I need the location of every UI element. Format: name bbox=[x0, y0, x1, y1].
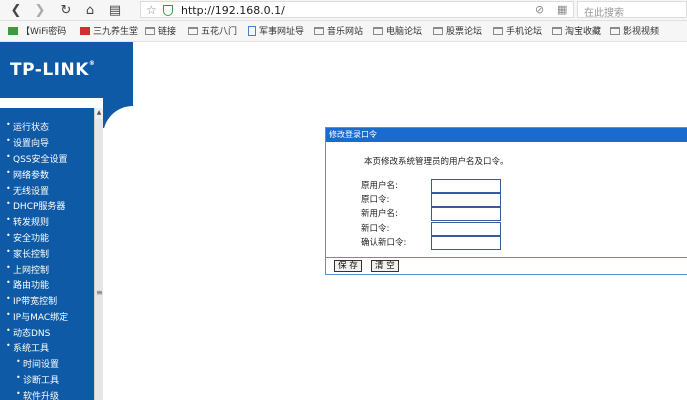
forward-icon[interactable]: ❯ bbox=[32, 2, 48, 18]
change-password-panel: 修改登录口令 本页修改系统管理员的用户名及口令。 原用户名: 原口令: 新用户名… bbox=[325, 127, 687, 275]
address-bar[interactable]: ☆ http://192.168.0.1/ ⊘ ▦ bbox=[140, 1, 574, 18]
new-username-label: 新用户名: bbox=[361, 209, 398, 219]
menu-item-ip-mac[interactable]: IP与MAC绑定 bbox=[6, 310, 68, 323]
bookmark-item[interactable]: 军事网址导 bbox=[248, 24, 304, 37]
menu-item-routing[interactable]: 路由功能 bbox=[6, 278, 49, 291]
home-icon[interactable]: ⌂ bbox=[82, 2, 98, 18]
blocked-icon[interactable]: ⊘ bbox=[535, 3, 544, 16]
menu-item-time[interactable]: 时间设置 bbox=[16, 357, 59, 370]
menu-item-ddns[interactable]: 动态DNS bbox=[6, 326, 50, 339]
clear-button[interactable]: 清 空 bbox=[371, 260, 399, 272]
search-input[interactable]: 在此搜索 bbox=[584, 4, 624, 19]
bookmark-item[interactable]: 【WiFi密码 bbox=[8, 24, 66, 37]
secure-shield-icon bbox=[163, 5, 173, 16]
new-password-label: 新口令: bbox=[361, 224, 390, 234]
menu-item-dhcp[interactable]: DHCP服务器 bbox=[6, 199, 65, 212]
tp-link-logo: TP-LINK® bbox=[10, 60, 96, 80]
scroll-up-icon[interactable]: ▲ bbox=[95, 108, 103, 117]
menu-item-network[interactable]: 网络参数 bbox=[6, 168, 49, 181]
bookmark-item[interactable]: 五花八门 bbox=[188, 24, 237, 37]
bookmarks-bar: 【WiFi密码 三九养生堂 链接 五花八门 军事网址导 音乐网站 电脑论坛 股票… bbox=[0, 21, 687, 42]
page-icon bbox=[248, 25, 256, 36]
folder-icon bbox=[145, 26, 155, 35]
wifi-icon bbox=[8, 26, 18, 35]
url-text[interactable]: http://192.168.0.1/ bbox=[181, 4, 285, 17]
folder-icon bbox=[610, 26, 620, 35]
menu-item-upgrade[interactable]: 软件升级 bbox=[16, 389, 59, 400]
router-header: TP-LINK® bbox=[0, 42, 133, 98]
reader-icon[interactable]: ▤ bbox=[107, 2, 123, 18]
scroll-thumb[interactable] bbox=[95, 119, 103, 400]
folder-icon bbox=[373, 26, 383, 35]
new-password-input[interactable] bbox=[431, 222, 501, 236]
panel-body: 本页修改系统管理员的用户名及口令。 原用户名: 原口令: 新用户名: 新口令: … bbox=[326, 142, 687, 259]
grip-icon: ≡ bbox=[96, 288, 103, 297]
menu-item-system-tools[interactable]: 系统工具 bbox=[6, 341, 49, 354]
folder-icon bbox=[188, 26, 198, 35]
star-icon[interactable]: ☆ bbox=[146, 3, 157, 17]
old-username-label: 原用户名: bbox=[361, 181, 398, 191]
bookmark-item[interactable]: 手机论坛 bbox=[493, 24, 542, 37]
menu-item-diagnostics[interactable]: 诊断工具 bbox=[16, 373, 59, 386]
bookmark-item[interactable]: 链接 bbox=[145, 24, 176, 37]
bookmark-item[interactable]: 三九养生堂 bbox=[80, 24, 138, 37]
save-button[interactable]: 保 存 bbox=[334, 260, 362, 272]
old-username-input[interactable] bbox=[431, 179, 501, 193]
split-view-icon[interactable]: ▦ bbox=[557, 3, 567, 16]
old-password-input[interactable] bbox=[431, 193, 501, 207]
bookmark-item[interactable]: 影视视频 bbox=[610, 24, 659, 37]
menu-item-parental[interactable]: 家长控制 bbox=[6, 247, 49, 260]
bookmark-item[interactable]: 电脑论坛 bbox=[373, 24, 422, 37]
folder-icon bbox=[433, 26, 443, 35]
menu-item-wireless[interactable]: 无线设置 bbox=[6, 184, 49, 197]
reload-icon[interactable]: ↻ bbox=[58, 2, 74, 18]
panel-title: 修改登录口令 bbox=[326, 128, 687, 142]
router-menu: 运行状态 设置向导 QSS安全设置 网络参数 无线设置 DHCP服务器 转发规则… bbox=[0, 108, 94, 400]
menu-item-qss[interactable]: QSS安全设置 bbox=[6, 152, 67, 165]
bookmark-item[interactable]: 股票论坛 bbox=[433, 24, 482, 37]
header-curve bbox=[103, 98, 133, 128]
menu-item-forwarding[interactable]: 转发规则 bbox=[6, 215, 49, 228]
bookmark-item[interactable]: 音乐网站 bbox=[314, 24, 363, 37]
site-icon bbox=[80, 26, 90, 35]
confirm-password-label: 确认新口令: bbox=[361, 238, 407, 248]
menu-item-wizard[interactable]: 设置向导 bbox=[6, 136, 49, 149]
menu-item-bandwidth[interactable]: IP带宽控制 bbox=[6, 294, 57, 307]
menu-item-security[interactable]: 安全功能 bbox=[6, 231, 49, 244]
old-password-label: 原口令: bbox=[361, 195, 390, 205]
back-icon[interactable]: ❮ bbox=[8, 2, 24, 18]
menu-item-status[interactable]: 运行状态 bbox=[6, 120, 49, 133]
panel-footer: 保 存 清 空 bbox=[326, 257, 687, 274]
folder-icon bbox=[314, 26, 324, 35]
confirm-password-input[interactable] bbox=[431, 236, 501, 250]
bookmark-item[interactable]: 淘宝收藏 bbox=[552, 24, 601, 37]
panel-description: 本页修改系统管理员的用户名及口令。 bbox=[364, 157, 509, 167]
folder-icon bbox=[552, 26, 562, 35]
folder-icon bbox=[493, 26, 503, 35]
menu-item-access-control[interactable]: 上网控制 bbox=[6, 263, 49, 276]
new-username-input[interactable] bbox=[431, 207, 501, 221]
search-box[interactable]: 在此搜索 bbox=[577, 1, 687, 19]
browser-toolbar: ❮ ❯ ↻ ⌂ ▤ ☆ http://192.168.0.1/ ⊘ ▦ 在此搜索 bbox=[0, 0, 687, 21]
menu-scrollbar[interactable]: ▲ ≡ bbox=[94, 108, 103, 400]
